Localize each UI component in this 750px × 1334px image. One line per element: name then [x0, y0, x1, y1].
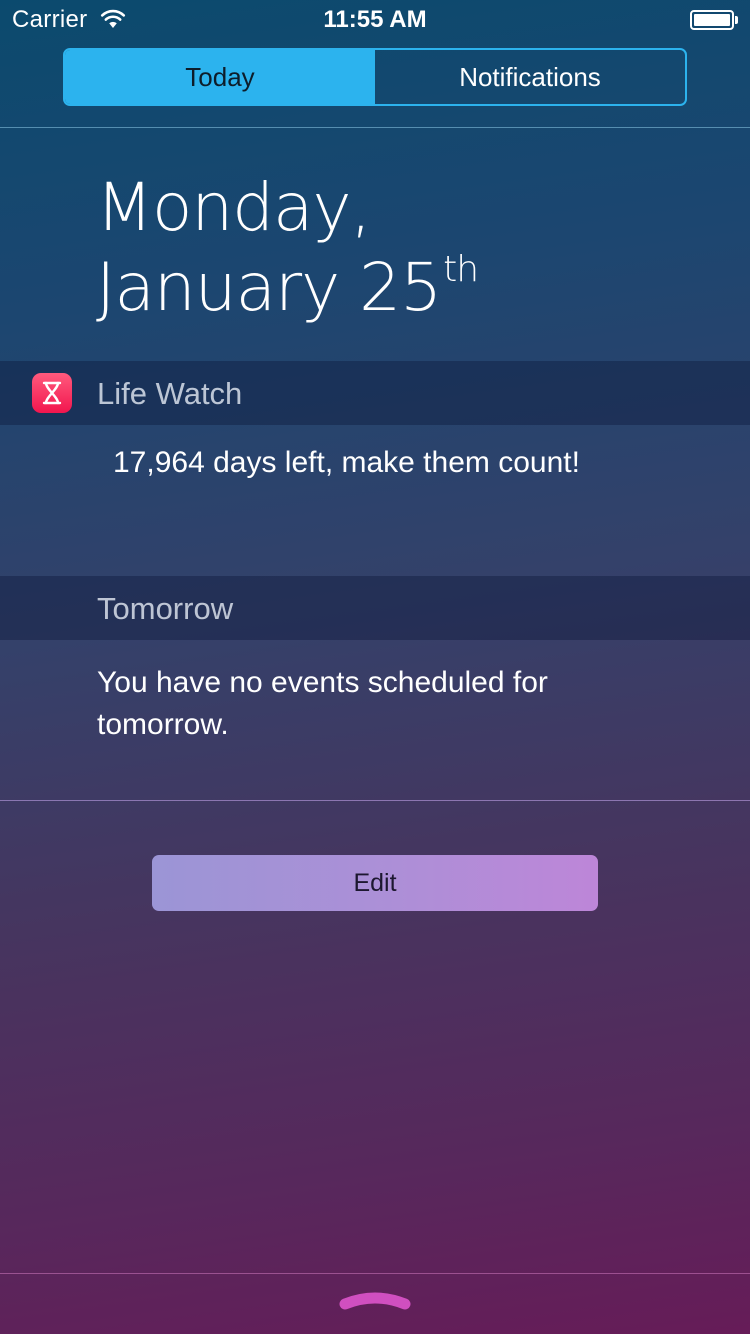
life-watch-title: Life Watch: [97, 376, 243, 411]
date-line: January 25th: [96, 248, 479, 328]
widgets-divider: [0, 800, 750, 801]
tomorrow-message: You have no events scheduled for tomorro…: [97, 666, 548, 741]
status-bar: Carrier 11:55 AM: [0, 0, 750, 40]
date-heading: Monday, January 25th: [96, 168, 479, 328]
hourglass-icon: [32, 373, 72, 413]
tab-notifications[interactable]: Notifications: [375, 50, 685, 104]
grabber-handle-icon[interactable]: [338, 1288, 412, 1314]
header-divider: [0, 127, 750, 128]
date-weekday: Monday,: [96, 169, 372, 246]
bottom-divider: [0, 1273, 750, 1274]
view-segmented-control: Today Notifications: [63, 48, 687, 106]
life-watch-message: 17,964 days left, make them count!: [113, 446, 580, 479]
tomorrow-widget-header[interactable]: Tomorrow: [0, 576, 750, 640]
tab-today[interactable]: Today: [65, 50, 375, 104]
battery-icon: [690, 10, 740, 30]
edit-button[interactable]: Edit: [152, 855, 598, 911]
life-watch-widget-header[interactable]: Life Watch: [0, 361, 750, 425]
date-ordinal-suffix: th: [443, 249, 479, 290]
status-time: 11:55 AM: [323, 6, 427, 33]
date-month-day: January 25: [96, 249, 442, 326]
tomorrow-title: Tomorrow: [97, 591, 234, 626]
